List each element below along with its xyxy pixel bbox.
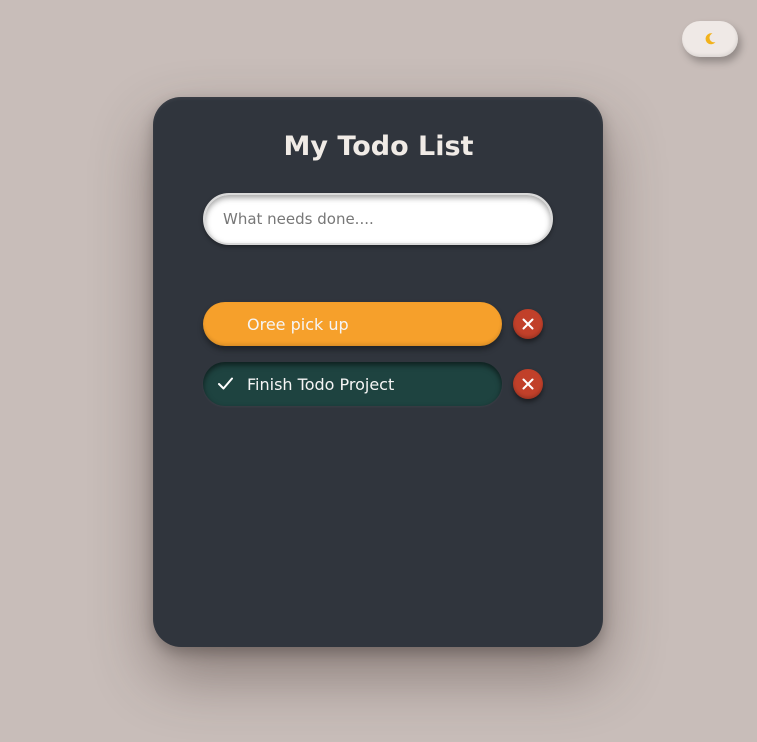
- todo-item-oree-pick-up[interactable]: Oree pick up: [203, 302, 502, 346]
- delete-todo-button[interactable]: [513, 309, 543, 339]
- page-title: My Todo List: [283, 131, 474, 162]
- todo-item-finish-todo-project[interactable]: Finish Todo Project: [203, 362, 502, 406]
- delete-todo-button[interactable]: [513, 369, 543, 399]
- moon-icon: [703, 32, 717, 46]
- close-icon: [522, 375, 534, 394]
- todo-item-label: Finish Todo Project: [247, 374, 395, 394]
- new-todo-field: [203, 193, 553, 245]
- check-icon: [217, 375, 234, 396]
- todo-item-label: Oree pick up: [247, 314, 349, 334]
- new-todo-input[interactable]: [205, 195, 551, 243]
- theme-toggle-button[interactable]: [682, 21, 738, 57]
- close-icon: [522, 315, 534, 334]
